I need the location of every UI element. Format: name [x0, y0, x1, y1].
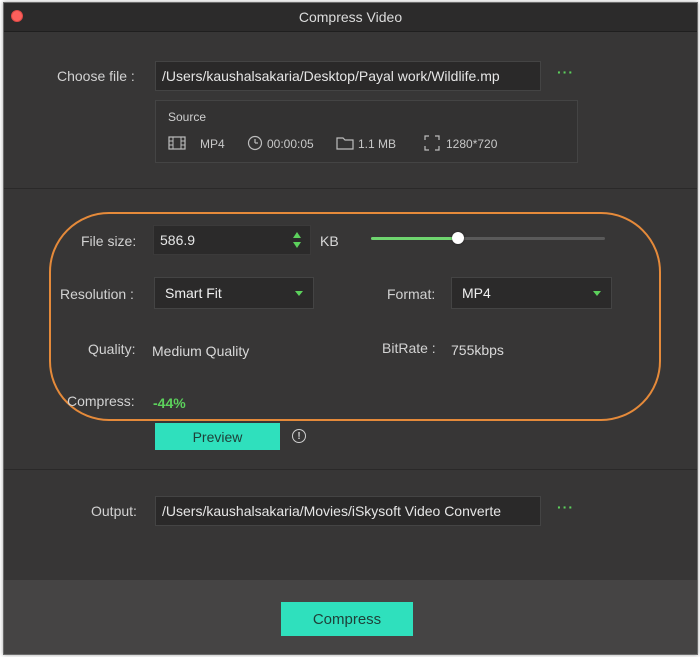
format-label: Format:: [387, 286, 436, 302]
info-icon[interactable]: !: [292, 429, 306, 443]
compress-ratio-value: -44%: [153, 395, 186, 411]
source-title: Source: [168, 110, 207, 124]
resolution-dropdown[interactable]: Smart Fit: [154, 277, 314, 309]
source-size: 1.1 MB: [358, 137, 397, 151]
choose-file-label: Choose file :: [57, 68, 135, 84]
chevron-down-icon: [593, 291, 601, 296]
source-info-panel: Source MP4 00:00:05 1.1 MB 1280*720: [155, 100, 578, 163]
compress-button[interactable]: Compress: [281, 602, 413, 636]
divider: [4, 188, 697, 189]
quality-label: Quality:: [88, 341, 136, 357]
file-size-stepper[interactable]: [292, 230, 302, 250]
settings-highlight-annotation: [49, 212, 661, 421]
source-format: MP4: [200, 137, 225, 151]
browse-file-button[interactable]: ···: [557, 64, 574, 80]
browse-output-button[interactable]: ···: [557, 499, 574, 515]
source-duration: 00:00:05: [267, 137, 314, 151]
divider: [4, 469, 697, 470]
file-size-input[interactable]: 586.9: [153, 225, 311, 255]
choose-file-path-field[interactable]: /Users/kaushalsakaria/Desktop/Payal work…: [155, 61, 541, 91]
resolution-label: Resolution :: [60, 286, 134, 302]
file-size-slider-knob[interactable]: [451, 232, 464, 244]
chevron-down-icon: [295, 291, 303, 296]
quality-value: Medium Quality: [152, 343, 250, 359]
compress-ratio-label: Compress:: [67, 393, 135, 409]
file-size-label: File size:: [81, 233, 137, 249]
expand-icon: [424, 135, 440, 156]
output-path-field[interactable]: /Users/kaushalsakaria/Movies/iSkysoft Vi…: [155, 496, 541, 526]
output-label: Output:: [91, 503, 137, 519]
bitrate-label: BitRate :: [382, 340, 436, 356]
folder-icon: [336, 135, 354, 156]
source-resolution: 1280*720: [446, 137, 498, 151]
clock-icon: [247, 135, 263, 156]
file-size-slider-fill: [371, 237, 458, 240]
bitrate-value: 755kbps: [451, 342, 504, 358]
title-bar: Compress Video: [4, 3, 697, 32]
window-title: Compress Video: [298, 9, 403, 25]
film-icon: [168, 135, 186, 156]
file-size-unit: KB: [320, 233, 339, 249]
compress-video-window: Compress Video Choose file : /Users/kaus…: [3, 2, 698, 655]
preview-button[interactable]: Preview: [155, 423, 280, 450]
resolution-selected: Smart Fit: [165, 285, 222, 301]
format-dropdown[interactable]: MP4: [451, 277, 612, 309]
footer-bar: Compress: [4, 580, 697, 654]
file-size-value: 586.9: [160, 232, 196, 248]
format-selected: MP4: [462, 285, 491, 301]
file-size-slider[interactable]: [371, 232, 605, 244]
